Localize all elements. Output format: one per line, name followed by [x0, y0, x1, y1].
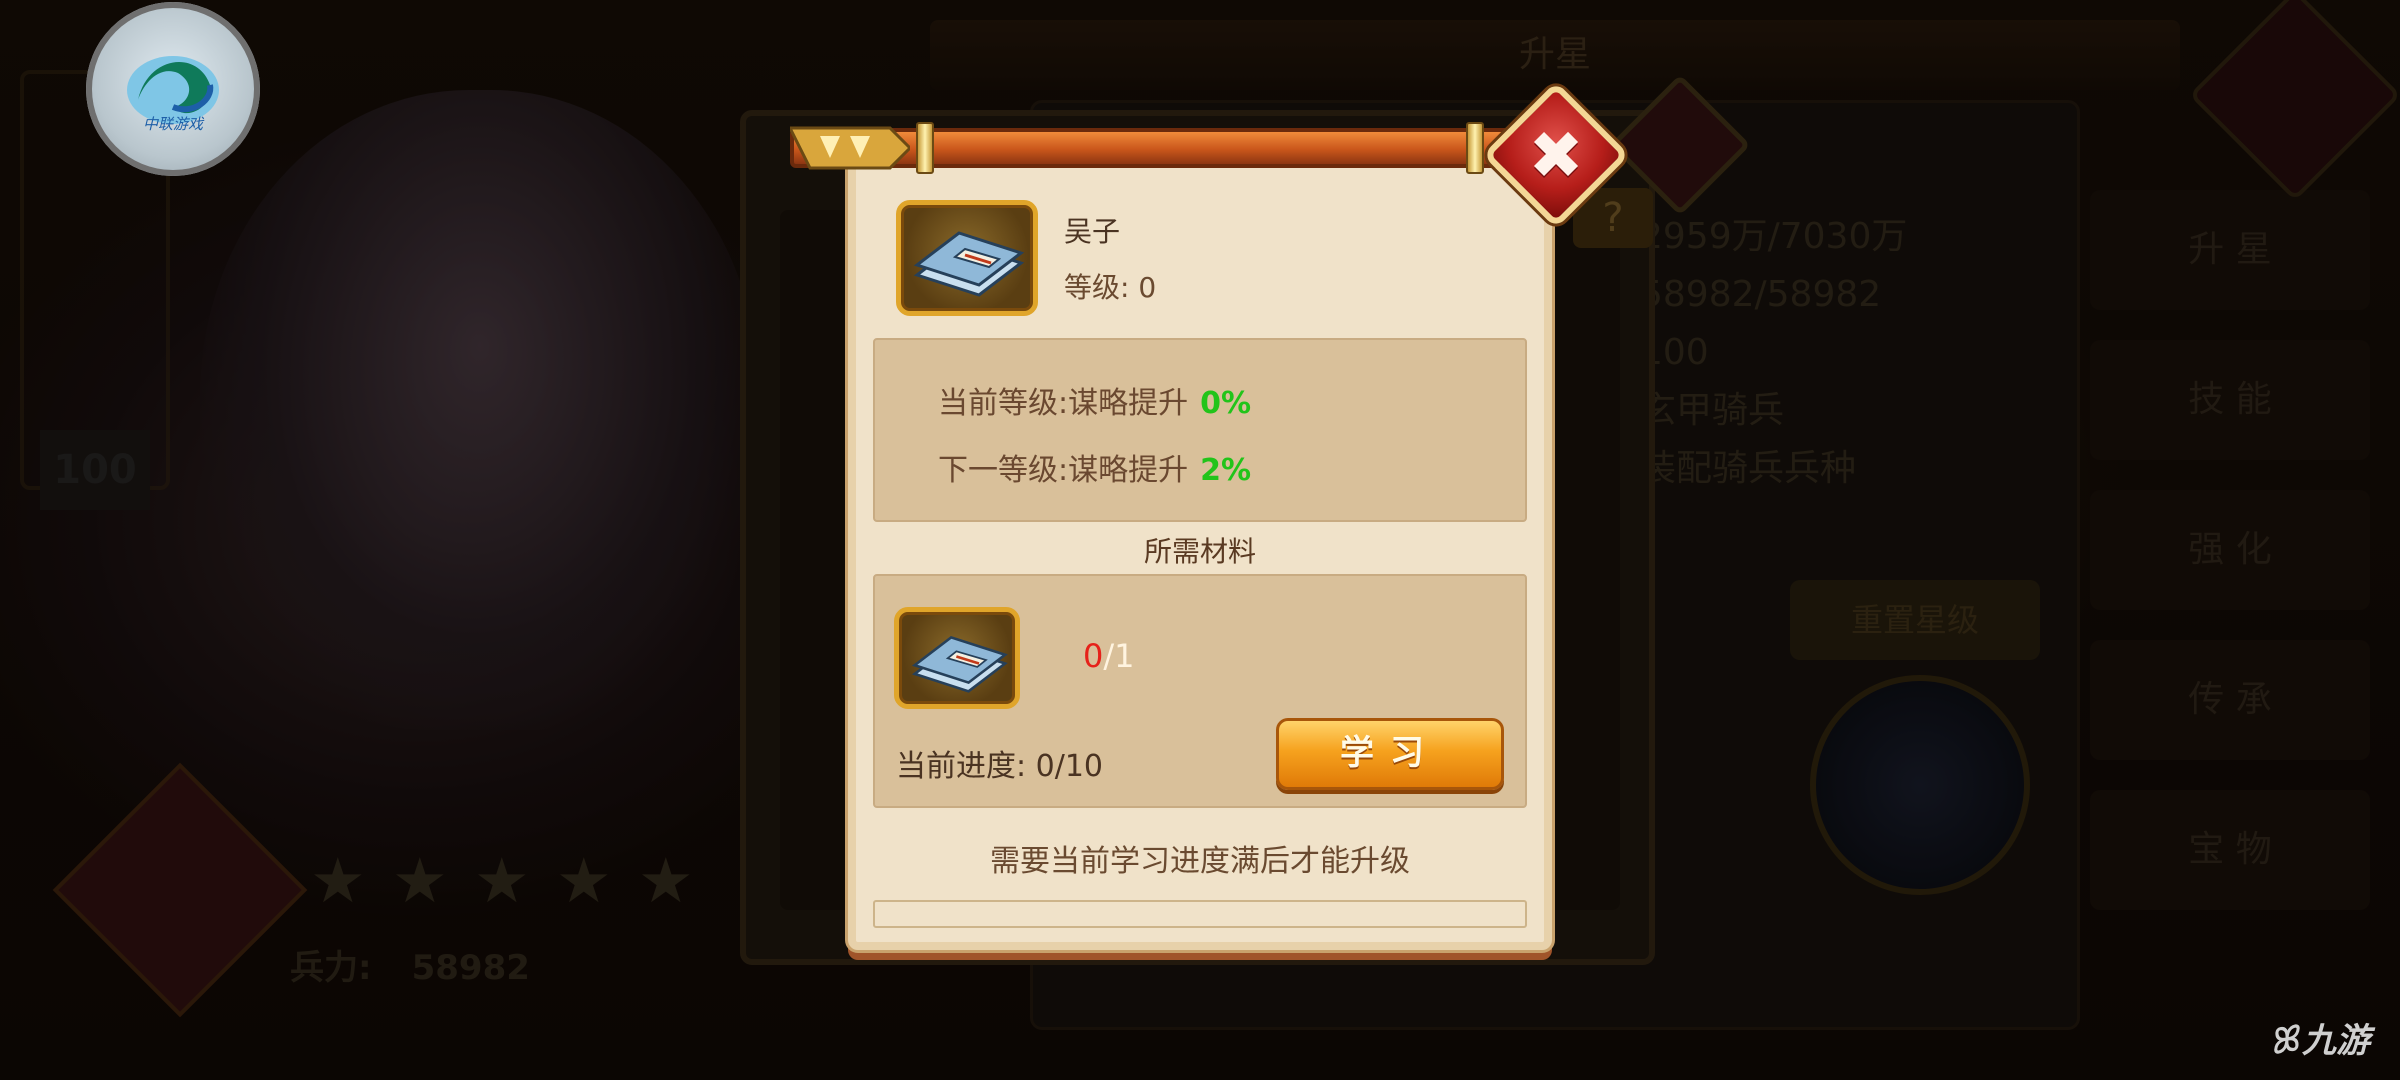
header-cap-left	[916, 122, 934, 174]
dialog-bottom-divider	[873, 900, 1527, 928]
material-have: 0	[1083, 637, 1104, 675]
current-level-label: 当前等级:谋略提升	[938, 386, 1189, 421]
materials-title: 所需材料	[1143, 535, 1256, 568]
current-level-value: 0%	[1200, 386, 1252, 421]
logo-text: 中联游戏	[142, 114, 203, 133]
publisher-logo: 中联游戏	[86, 2, 260, 176]
header-ornament-icon	[790, 126, 910, 170]
next-level-value: 2%	[1200, 453, 1252, 488]
book-icon	[911, 635, 1008, 693]
material-need: /1	[1103, 637, 1135, 675]
material-count: 0/1	[1083, 637, 1135, 675]
upgrade-hint: 需要当前学习进度满后才能升级	[990, 844, 1410, 879]
material-book-slot[interactable]	[894, 607, 1020, 709]
next-level-label: 下一等级:谋略提升	[938, 453, 1189, 488]
watermark: ꕤ九游	[2266, 1013, 2370, 1063]
level-info-box	[873, 338, 1527, 522]
next-level-effect: 下一等级:谋略提升 2%	[938, 445, 1251, 489]
header-cap-right	[1466, 122, 1484, 174]
skill-level: 等级: 0	[1064, 271, 1157, 304]
skill-name: 吴子	[1064, 215, 1121, 248]
watermark-text: 九游	[2302, 1021, 2370, 1061]
skill-book-slot	[896, 200, 1038, 316]
book-icon	[913, 231, 1025, 297]
current-level-effect: 当前等级:谋略提升 0%	[938, 378, 1251, 422]
watermark-icon: ꕤ	[2266, 1018, 2302, 1064]
learn-button[interactable]: 学习	[1276, 718, 1504, 790]
learning-progress: 当前进度: 0/10	[896, 749, 1104, 784]
